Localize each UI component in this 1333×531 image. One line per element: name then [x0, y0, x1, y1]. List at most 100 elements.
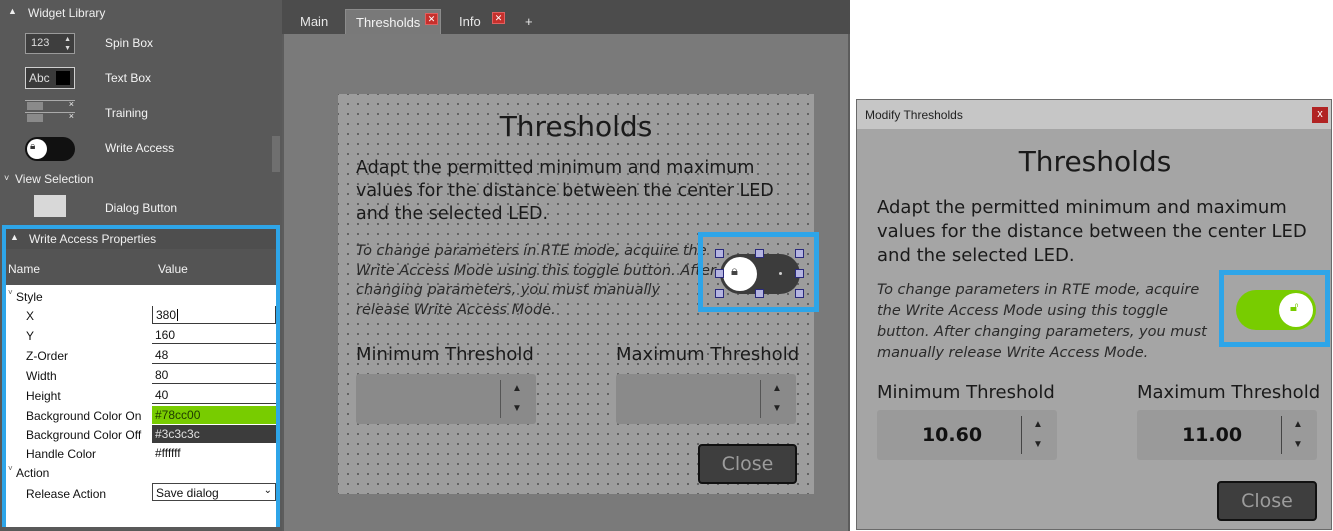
design-surface: Thresholds Adapt the permitted minimum a… [284, 34, 848, 531]
properties-panel: ▲ Write Access Properties Name Value ˅ S… [2, 225, 280, 527]
resize-handle[interactable] [755, 249, 764, 258]
write-access-highlight: 🔒︎ [698, 232, 819, 312]
close-button[interactable]: Close [1217, 481, 1317, 521]
tab-bar: Main Thresholds ✕ Info ✕ + [282, 0, 850, 34]
resize-handle[interactable] [795, 249, 804, 258]
property-value-input[interactable]: 40 [152, 386, 276, 404]
column-name: Name [8, 262, 41, 276]
view-selection-header[interactable]: ˅ View Selection [0, 171, 272, 187]
release-action-select[interactable]: Save dialog ⌄ [152, 483, 276, 501]
unlock-icon: 🔓︎ [1290, 299, 1299, 314]
decrement-icon[interactable]: ▼ [772, 403, 782, 414]
property-row: Height 40 [6, 385, 276, 405]
canvas-title: Thresholds [499, 110, 653, 143]
spin-box-icon: 123 ▲ ▼ [25, 33, 75, 54]
tab-main[interactable]: Main [290, 9, 345, 34]
group-style[interactable]: ˅ Style [6, 287, 276, 305]
library-scrollbar[interactable] [272, 136, 280, 172]
properties-title: Write Access Properties [29, 232, 157, 246]
close-icon[interactable]: x [1312, 107, 1328, 123]
decrement-icon[interactable]: ▼ [1293, 439, 1303, 450]
left-panel: ▲ Widget Library 123 ▲ ▼ Spin Box Abc Tex… [0, 0, 282, 531]
canvas-description: Adapt the permitted minimum and maximum … [356, 158, 774, 224]
modify-thresholds-dialog: Modify Thresholds x Thresholds Adapt the… [856, 99, 1332, 530]
min-threshold-spinbox[interactable]: 10.60 ▲ ▼ [877, 410, 1057, 460]
property-row: Background Color Off #3c3c3c [6, 424, 276, 444]
close-icon[interactable]: ✕ [492, 12, 505, 24]
write-access-toggle[interactable]: 🔓︎ [1236, 290, 1316, 330]
training-icon: × × [25, 99, 75, 130]
write-access-highlight: 🔓︎ [1219, 270, 1330, 347]
lock-icon: 🔒︎ [30, 141, 36, 152]
property-row: Y 160 [6, 325, 276, 345]
properties-header[interactable]: ▲ Write Access Properties [6, 229, 276, 249]
resize-handle[interactable] [715, 289, 724, 298]
property-value-input[interactable]: 80 [152, 366, 276, 384]
max-threshold-label: Maximum Threshold [1137, 382, 1321, 403]
max-threshold-spinbox[interactable]: ▲ ▼ [616, 374, 796, 424]
color-value-off[interactable]: #3c3c3c [152, 425, 276, 443]
tab-thresholds[interactable]: Thresholds ✕ [345, 9, 441, 34]
max-threshold-spinbox[interactable]: 11.00 ▲ ▼ [1137, 410, 1317, 460]
increment-icon[interactable]: ▲ [1033, 419, 1043, 430]
increment-icon[interactable]: ▲ [772, 383, 782, 394]
write-access-toggle[interactable]: 🔒︎ [720, 254, 800, 294]
expand-icon: ˅ [8, 288, 13, 297]
decrement-icon[interactable]: ▼ [512, 403, 522, 414]
color-value-on[interactable]: #78cc00 [152, 406, 276, 424]
property-value-input[interactable]: 380 [152, 306, 276, 324]
library-item-label: Write Access [105, 141, 175, 155]
increment-icon[interactable]: ▲ [1293, 419, 1303, 430]
property-value-input[interactable]: 48 [152, 346, 276, 364]
expand-icon: ˅ [4, 173, 10, 183]
resize-handle[interactable] [755, 289, 764, 298]
write-access-icon: 🔒︎ [25, 137, 75, 161]
dialog-button-icon[interactable] [34, 195, 66, 217]
resize-handle[interactable] [715, 249, 724, 258]
close-icon[interactable]: ✕ [425, 13, 438, 25]
library-item-spin-box[interactable]: 123 ▲ ▼ Spin Box [0, 26, 272, 61]
resize-handle[interactable] [795, 269, 804, 278]
add-tab-button[interactable]: + [515, 9, 539, 34]
properties-column-header: Name Value [6, 249, 276, 285]
toggle-handle[interactable] [723, 257, 757, 291]
resize-handle[interactable] [795, 289, 804, 298]
dialog-canvas: Thresholds Adapt the permitted minimum a… [338, 94, 819, 494]
dialog-window-title: Modify Thresholds [865, 108, 963, 122]
group-action[interactable]: ˅ Action [6, 463, 276, 481]
property-row: Handle Color #ffffff [6, 443, 276, 463]
lock-icon: 🔒︎ [731, 263, 738, 278]
property-value-input[interactable]: 160 [152, 326, 276, 344]
max-threshold-value[interactable]: 11.00 [1137, 424, 1287, 446]
library-item-write-access[interactable]: 🔒︎ Write Access [0, 131, 272, 166]
designer-area: Main Thresholds ✕ Info ✕ + Thresholds Ad… [282, 0, 850, 531]
dialog-description: Adapt the permitted minimum and maximum … [877, 197, 1307, 266]
library-item-training[interactable]: × × Training [0, 96, 272, 131]
library-item-text-box[interactable]: Abc Text Box [0, 61, 272, 96]
min-threshold-label: Minimum Threshold [877, 382, 1055, 403]
widget-library-header[interactable]: ▲ Widget Library [0, 3, 282, 23]
dialog-note: To change parameters in RTE mode, acquir… [877, 282, 1207, 361]
column-value: Value [158, 262, 188, 276]
property-row: Release Action Save dialog ⌄ [6, 483, 276, 503]
close-button[interactable]: Close [698, 444, 797, 484]
collapse-icon: ▲ [10, 232, 19, 242]
decrement-icon[interactable]: ▼ [1033, 439, 1043, 450]
min-threshold-spinbox[interactable]: ▲ ▼ [356, 374, 536, 424]
resize-handle[interactable] [715, 269, 724, 278]
color-value-handle[interactable]: #ffffff [152, 444, 276, 462]
tab-info[interactable]: Info ✕ [449, 9, 509, 34]
widget-library-title: Widget Library [28, 6, 106, 20]
app-root: ▲ Widget Library 123 ▲ ▼ Spin Box Abc Tex… [0, 0, 1333, 531]
max-threshold-label: Maximum Threshold [616, 344, 800, 365]
min-threshold-value[interactable]: 10.60 [877, 424, 1027, 446]
library-item-label: Text Box [105, 71, 152, 85]
property-row: Width 80 [6, 365, 276, 385]
increment-icon[interactable]: ▲ [512, 383, 522, 394]
text-box-icon: Abc [25, 67, 75, 89]
dialog-titlebar[interactable]: Modify Thresholds x [857, 100, 1331, 129]
collapse-icon: ▲ [8, 6, 17, 16]
expand-icon: ˅ [8, 464, 13, 473]
min-threshold-label: Minimum Threshold [356, 344, 534, 365]
property-row: Z-Order 48 [6, 345, 276, 365]
